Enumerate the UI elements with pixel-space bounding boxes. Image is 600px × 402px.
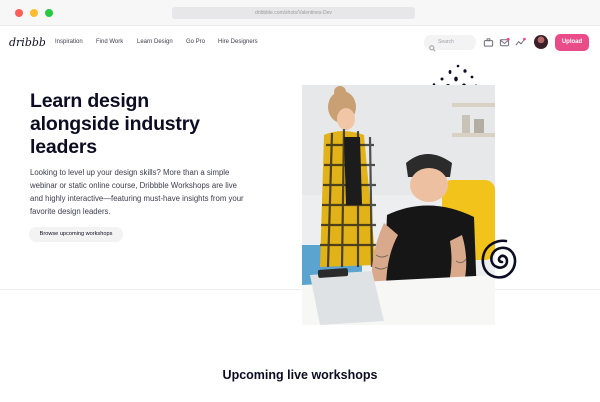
nav-link-hire-designers[interactable]: Hire Designers bbox=[218, 39, 258, 45]
close-window-button[interactable] bbox=[15, 9, 23, 17]
section-title: Upcoming live workshops bbox=[222, 368, 378, 382]
spiral-doodle bbox=[478, 236, 526, 286]
minimize-window-button[interactable] bbox=[30, 9, 38, 17]
hero-title: Learn design alongside industry leaders bbox=[30, 90, 200, 158]
address-bar[interactable]: dribbble.com/shots/Valentines-Dev bbox=[172, 7, 415, 19]
dribbble-logo[interactable]: dribbble bbox=[9, 35, 45, 49]
user-avatar[interactable] bbox=[534, 35, 548, 49]
hero-description: Looking to level up your design skills? … bbox=[30, 168, 244, 216]
top-nav: dribbble Inspiration Find Work Learn Des… bbox=[0, 26, 600, 60]
browse-workshops-button[interactable]: Browse upcoming workshops bbox=[29, 227, 123, 242]
mail-icon[interactable] bbox=[499, 37, 510, 48]
nav-link-inspiration[interactable]: Inspiration bbox=[55, 39, 83, 45]
browser-chrome: dribbble.com/shots/Valentines-Dev bbox=[0, 0, 600, 26]
search-input[interactable]: Search bbox=[438, 39, 454, 45]
maximize-window-button[interactable] bbox=[45, 9, 53, 17]
upload-button[interactable]: Upload bbox=[555, 34, 589, 51]
section-divider bbox=[0, 289, 600, 290]
activity-icon[interactable] bbox=[515, 37, 526, 48]
hero-image bbox=[302, 85, 495, 325]
search-box[interactable]: Search bbox=[424, 35, 476, 52]
svg-text:dribbble: dribbble bbox=[9, 36, 45, 49]
nav-link-learn-design[interactable]: Learn Design bbox=[137, 39, 173, 45]
search-icon bbox=[429, 39, 436, 52]
briefcase-icon[interactable] bbox=[483, 37, 494, 48]
nav-link-find-work[interactable]: Find Work bbox=[96, 39, 123, 45]
nav-link-go-pro[interactable]: Go Pro bbox=[186, 39, 205, 45]
